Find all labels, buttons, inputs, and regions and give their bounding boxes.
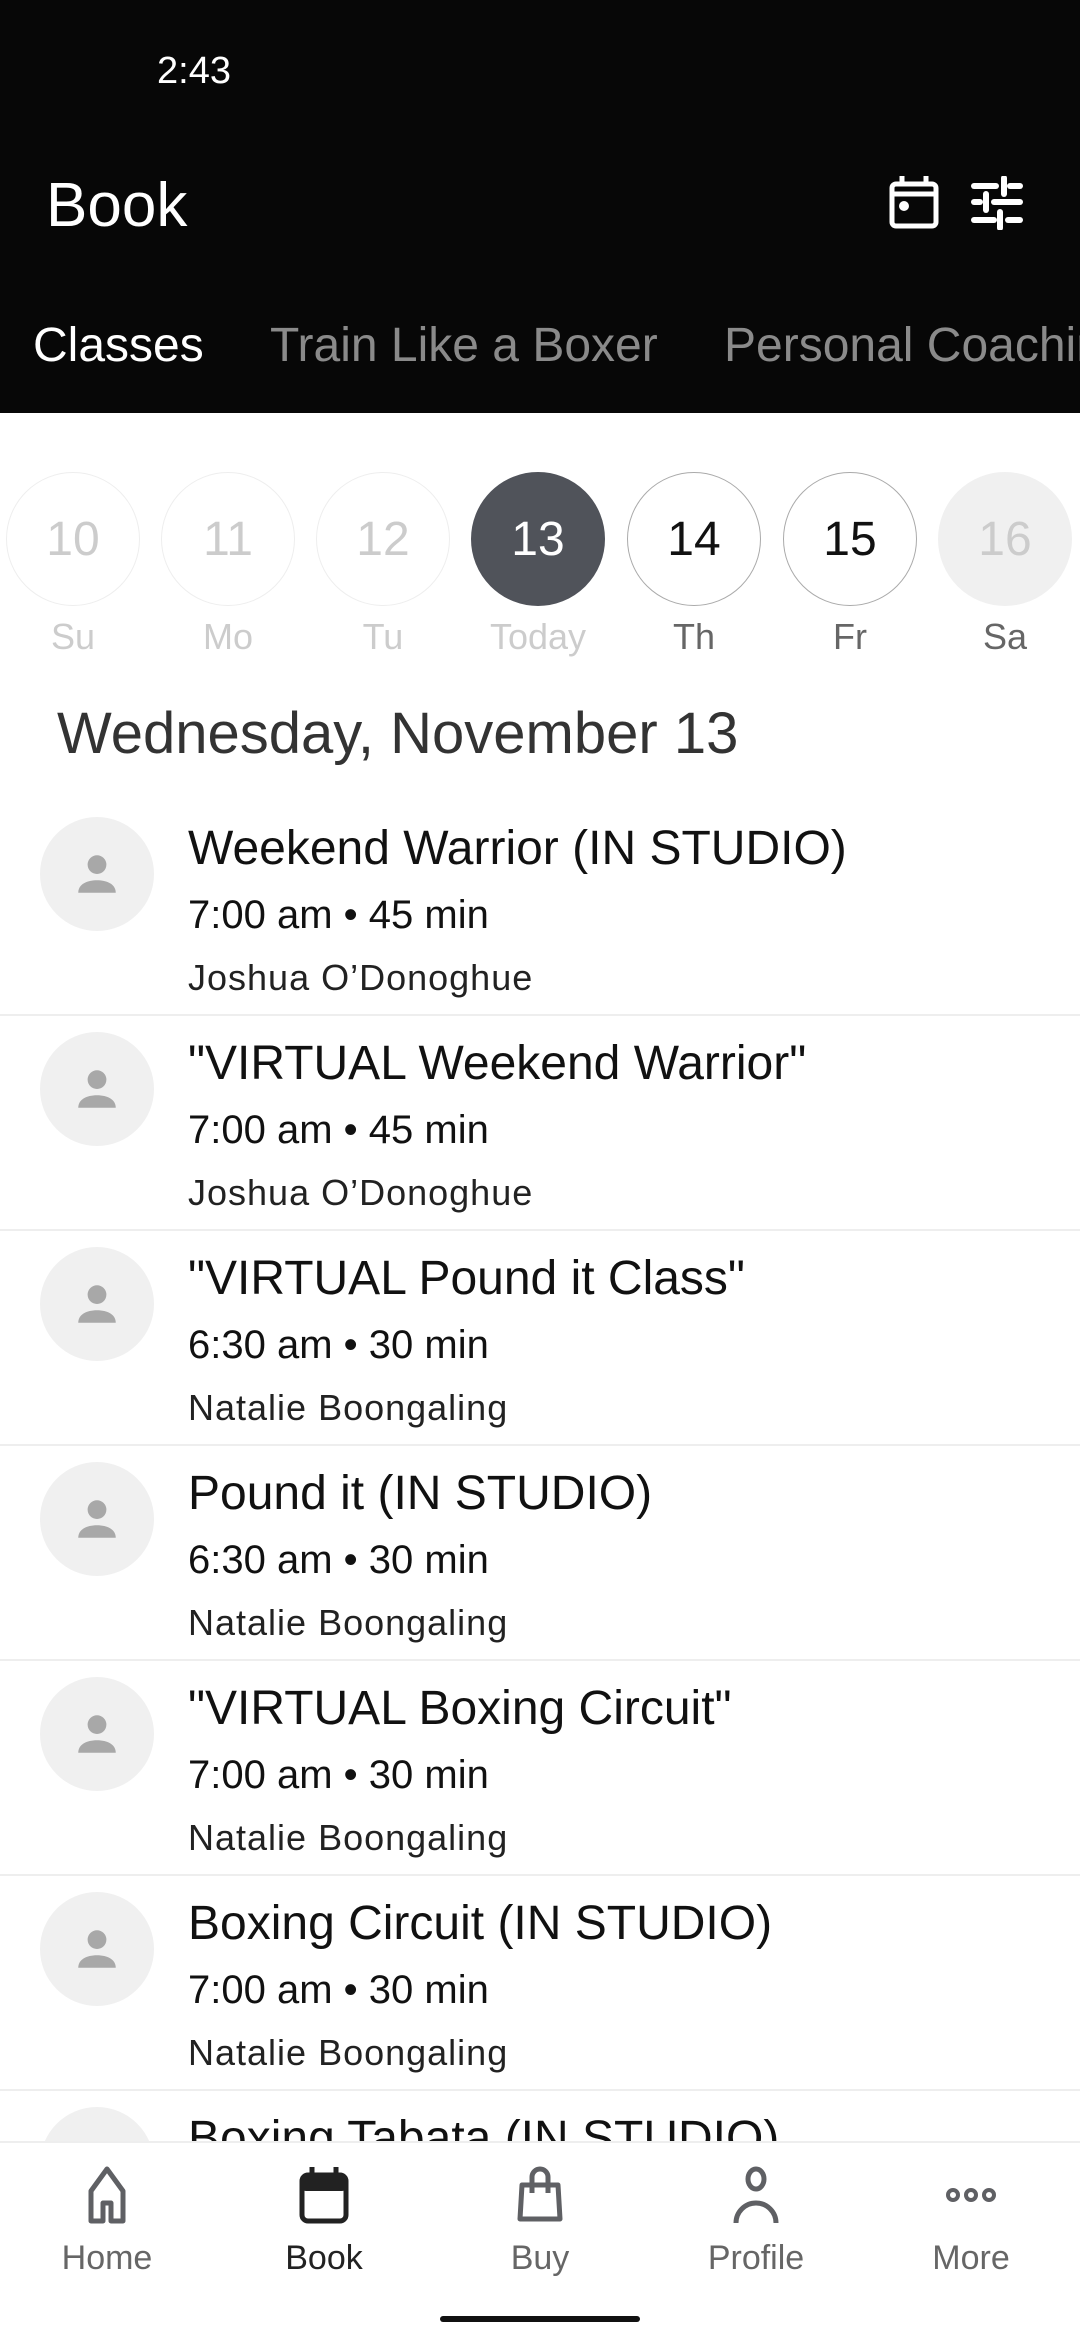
tab-classes[interactable]: Classes bbox=[33, 318, 204, 373]
nav-label: Profile bbox=[707, 2239, 805, 2277]
more-dots-icon bbox=[946, 2188, 996, 2202]
class-title: "VIRTUAL Boxing Circuit" bbox=[188, 1682, 732, 1735]
class-title: Weekend Warrior (IN STUDIO) bbox=[188, 822, 847, 875]
class-time: 6:30 am • 30 min bbox=[188, 1323, 489, 1367]
nav-home[interactable]: Home bbox=[17, 2163, 197, 2278]
day-label: Today bbox=[489, 616, 587, 657]
nav-label: Home bbox=[61, 2239, 153, 2277]
day-label: Fr bbox=[833, 616, 867, 657]
page-title: Book bbox=[46, 171, 188, 240]
filter-sliders-icon[interactable] bbox=[970, 176, 1024, 230]
day-label: Th bbox=[672, 616, 715, 657]
date-13[interactable]: 13 bbox=[471, 472, 605, 606]
class-title: "VIRTUAL Pound it Class" bbox=[188, 1252, 745, 1305]
class-title: Pound it (IN STUDIO) bbox=[188, 1467, 653, 1520]
nav-buy[interactable]: Buy bbox=[450, 2163, 630, 2278]
shopping-bag-icon bbox=[517, 2166, 563, 2222]
class-instructor: Natalie Boongaling bbox=[188, 1602, 509, 1643]
class-list-item[interactable]: Pound it (IN STUDIO) 6:30 am • 30 min Nata… bbox=[0, 1446, 1080, 1661]
calendar-icon bbox=[299, 2167, 349, 2224]
class-time: 6:30 am • 30 min bbox=[188, 1538, 489, 1582]
status-time: 2:43 bbox=[157, 50, 231, 92]
person-icon bbox=[78, 855, 116, 893]
day-label: Su bbox=[50, 616, 96, 657]
instructor-avatar bbox=[40, 1462, 154, 1576]
class-instructor: Natalie Boongaling bbox=[188, 1817, 509, 1858]
date-number: 16 bbox=[978, 512, 1032, 566]
class-title: "VIRTUAL Weekend Warrior" bbox=[188, 1037, 807, 1090]
nav-label: More bbox=[932, 2239, 1010, 2277]
nav-book[interactable]: Book bbox=[234, 2163, 414, 2278]
class-list-item[interactable]: Boxing Circuit (IN STUDIO) 7:00 am • 30 m… bbox=[0, 1876, 1080, 2091]
date-number: 11 bbox=[203, 512, 253, 566]
header-bar: 2:43 Book Classes Train Like a Boxer Per… bbox=[0, 0, 1080, 413]
class-time: 7:00 am • 30 min bbox=[188, 1753, 489, 1797]
class-list-item[interactable]: Weekend Warrior (IN STUDIO) 7:00 am • 45 … bbox=[0, 801, 1080, 1016]
person-icon bbox=[78, 1930, 116, 1968]
instructor-avatar bbox=[40, 1677, 154, 1791]
date-15[interactable]: 15 bbox=[783, 472, 917, 606]
person-icon bbox=[78, 1070, 116, 1108]
date-12[interactable]: 12 bbox=[316, 472, 450, 606]
calendar-icon[interactable] bbox=[888, 174, 940, 230]
instructor-avatar bbox=[40, 1032, 154, 1146]
class-instructor: Natalie Boongaling bbox=[188, 1387, 509, 1428]
date-number: 10 bbox=[46, 512, 100, 566]
person-icon bbox=[733, 2166, 779, 2224]
class-list-item[interactable]: "VIRTUAL Pound it Class" 6:30 am • 30 min… bbox=[0, 1231, 1080, 1446]
person-icon bbox=[78, 1285, 116, 1323]
nav-label: Buy bbox=[510, 2239, 570, 2277]
person-icon bbox=[78, 1715, 116, 1753]
date-heading: Wednesday, November 13 bbox=[57, 701, 739, 766]
home-indicator[interactable] bbox=[440, 2316, 640, 2322]
home-icon bbox=[88, 2166, 126, 2224]
date-number: 13 bbox=[511, 512, 565, 566]
class-title: Boxing Circuit (IN STUDIO) bbox=[188, 1897, 773, 1950]
nav-more[interactable]: More bbox=[881, 2163, 1061, 2278]
day-label: Mo bbox=[202, 616, 253, 657]
instructor-avatar bbox=[40, 817, 154, 931]
date-10[interactable]: 10 bbox=[6, 472, 140, 606]
date-number: 12 bbox=[356, 512, 410, 566]
bottom-nav: Home Book Buy Profile More bbox=[0, 2141, 1080, 2340]
class-time: 7:00 am • 45 min bbox=[188, 1108, 489, 1152]
class-instructor: Natalie Boongaling bbox=[188, 2032, 509, 2073]
class-instructor: Joshua O’Donoghue bbox=[188, 1172, 534, 1213]
date-number: 14 bbox=[667, 512, 721, 566]
nav-label: Book bbox=[285, 2239, 363, 2277]
tab-train-like-a-boxer[interactable]: Train Like a Boxer bbox=[270, 318, 658, 373]
class-time: 7:00 am • 30 min bbox=[188, 1968, 489, 2012]
class-list-item[interactable]: "VIRTUAL Boxing Circuit" 7:00 am • 30 min… bbox=[0, 1661, 1080, 1876]
class-list-item[interactable]: "VIRTUAL Weekend Warrior" 7:00 am • 45 mi… bbox=[0, 1016, 1080, 1231]
day-label: Tu bbox=[362, 616, 404, 657]
date-14[interactable]: 14 bbox=[627, 472, 761, 606]
class-instructor: Joshua O’Donoghue bbox=[188, 957, 534, 998]
nav-profile[interactable]: Profile bbox=[666, 2163, 846, 2278]
person-icon bbox=[78, 1500, 116, 1538]
tab-personal-coaching[interactable]: Personal Coaching bbox=[724, 318, 1080, 373]
instructor-avatar bbox=[40, 1892, 154, 2006]
day-label: Sa bbox=[982, 616, 1028, 657]
class-time: 7:00 am • 45 min bbox=[188, 893, 489, 937]
date-16[interactable]: 16 bbox=[938, 472, 1072, 606]
instructor-avatar bbox=[40, 1247, 154, 1361]
date-number: 15 bbox=[823, 512, 877, 566]
date-11[interactable]: 11 bbox=[161, 472, 295, 606]
